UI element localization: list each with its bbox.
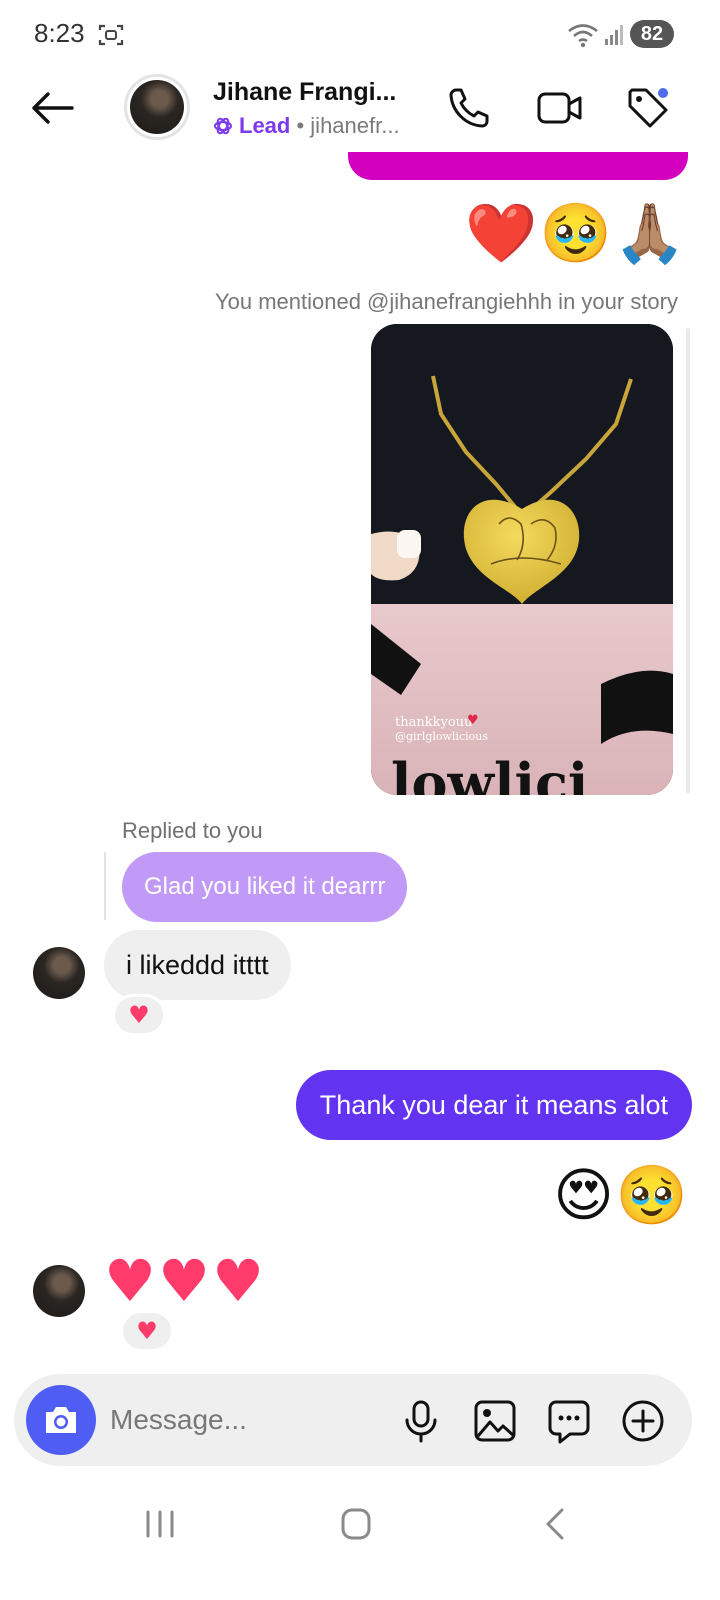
heart-reaction-2[interactable]: ♥ [120,1310,174,1352]
gallery-icon[interactable] [472,1398,518,1444]
story-tag: @girlglowlicious [395,730,488,743]
story-mention-note: You mentioned @jihanefrangiehhh in your … [214,289,678,314]
recent-apps-icon[interactable] [130,1504,190,1544]
story-side-bar [686,328,690,794]
contact-subtitle: Lead • jihanefr... [213,113,400,139]
quoted-reply-bubble[interactable]: Glad you liked it dearrr [122,852,408,922]
wifi-icon [568,24,598,48]
sender-avatar[interactable] [33,947,85,999]
message-composer [14,1374,692,1466]
plus-icon[interactable] [620,1398,666,1444]
reply-line [104,852,106,920]
battery-indicator: 82 [630,20,674,48]
home-icon[interactable] [326,1504,386,1544]
chat-header: Jihane Frangi... Lead • jihanefr... [0,72,720,152]
status-time: 8:23 [34,18,85,48]
story-mention-card[interactable]: thankkyouu @girlglowlicious ♥ lowlici [371,324,673,795]
contact-avatar[interactable] [124,74,190,140]
microphone-icon[interactable] [398,1398,444,1444]
system-nav-bar [0,1480,720,1600]
clipped-message-bubble[interactable] [348,152,688,180]
status-bar: 8:23 82 [0,0,720,70]
sticker-icon[interactable] [546,1398,592,1444]
video-camera-icon[interactable] [536,84,584,132]
lead-badge[interactable]: Lead [239,113,290,138]
heart-reaction[interactable]: ♥ [112,994,166,1036]
sender-avatar-2[interactable] [33,1265,85,1317]
story-caption: thankkyouu [395,715,472,730]
camera-button[interactable] [26,1385,96,1455]
story-brand-text: lowlici [391,751,588,795]
screen-record-icon [98,24,124,46]
sent-emoji-message-2[interactable]: 😍🥹 [553,1166,690,1224]
notification-dot [656,86,670,100]
nav-back-icon[interactable] [526,1504,586,1544]
phone-icon[interactable] [446,84,494,132]
sent-emoji-message[interactable]: ❤️🥹🙏🏽 [465,204,688,262]
received-hearts-message[interactable]: ♥♥♥ [104,1252,266,1310]
outgoing-message-bubble[interactable]: Thank you dear it means alot [295,1070,692,1140]
contact-username: jihanefr... [310,113,400,138]
story-image: thankkyouu @girlglowlicious ♥ lowlici [371,324,673,795]
camera-icon [46,1407,76,1433]
replied-label: Replied to you [122,818,263,843]
chat-thread[interactable]: ❤️🥹🙏🏽 You mentioned @jihanefrangiehhh in… [0,152,720,1368]
message-input[interactable] [110,1396,390,1444]
story-heart-icon: ♥ [467,713,479,728]
signal-icon [605,25,623,45]
lead-icon [214,117,232,135]
username-separator: • [290,113,311,138]
back-arrow-icon[interactable] [28,86,76,130]
contact-name[interactable]: Jihane Frangi... [213,78,396,107]
incoming-message-bubble[interactable]: i likeddd itttt [104,930,291,1000]
